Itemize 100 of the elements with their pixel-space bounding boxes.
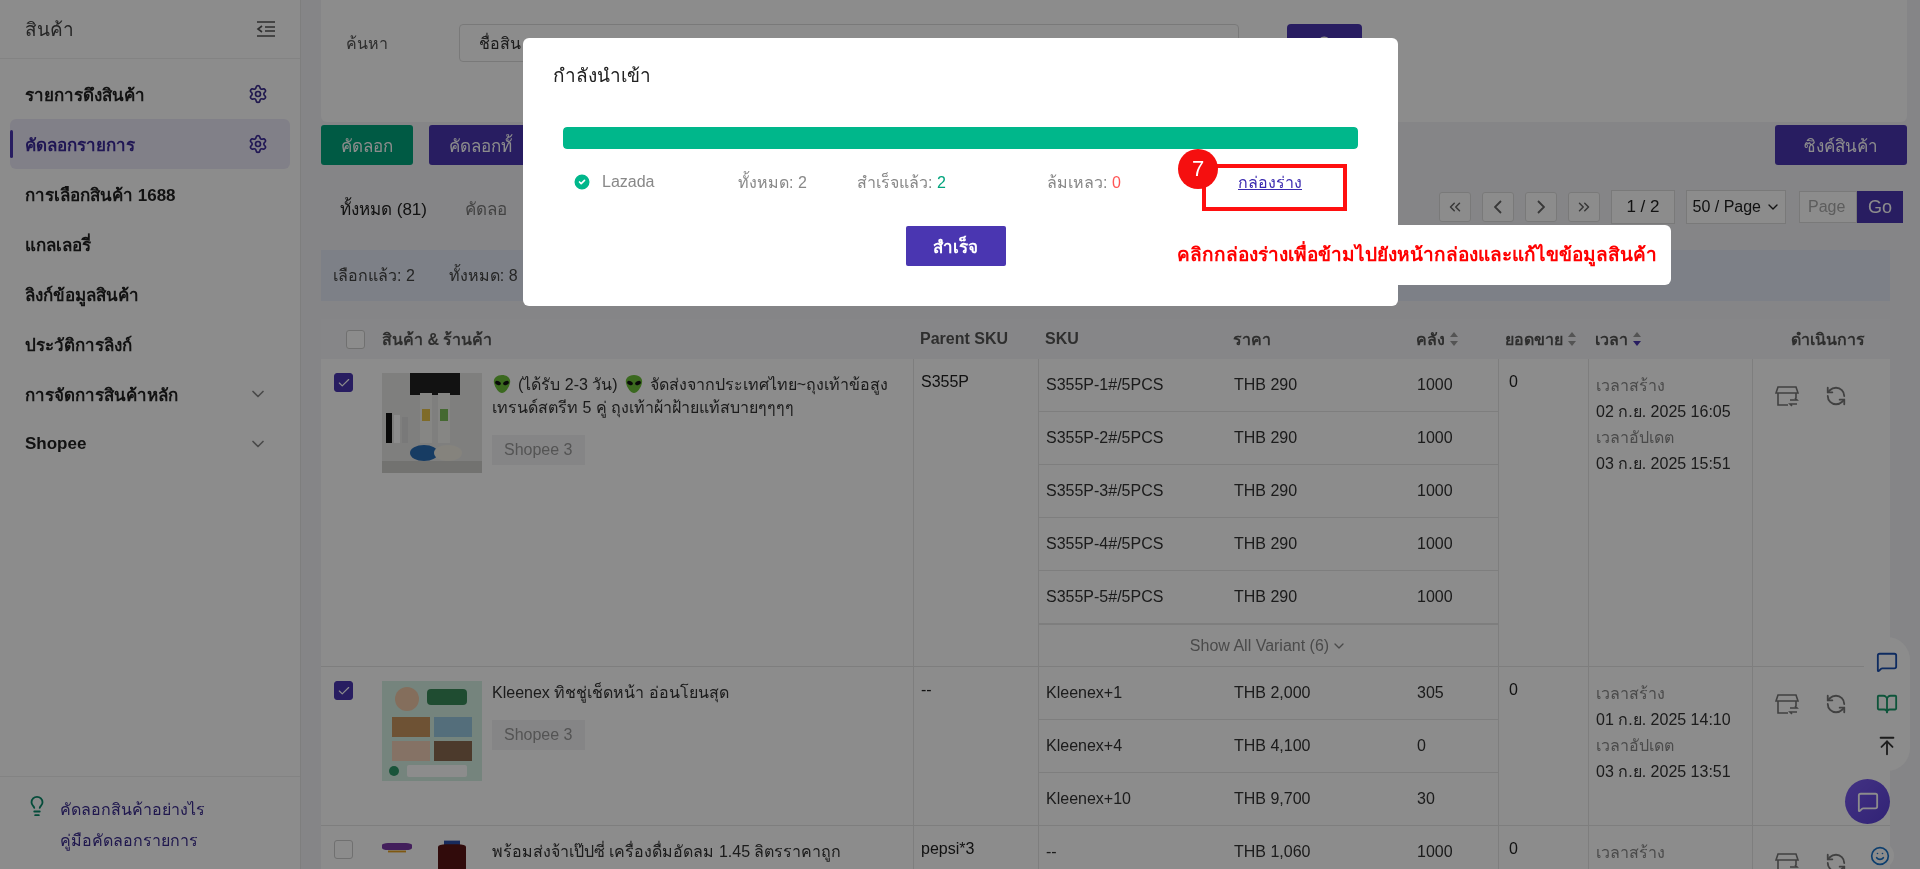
- column-header: สินค้า & ร้านค้า: [381, 329, 494, 350]
- sidebar-item[interactable]: Shopee: [10, 419, 290, 469]
- sidebar-item[interactable]: คัดลอกรายการ: [10, 119, 290, 169]
- row-checkbox[interactable]: [334, 681, 353, 700]
- product-title: (ได้รับ 2-3 วัน) จัดส่งจากประเทศไทย~ถุงเท้าข้อสูงเทรนด์สตรีท 5 คู่ ถุงเท้าผ้าฝ้ายแท้สบายๆๆๆๆ: [492, 374, 889, 419]
- time-value: 01 ก.ย. 2025 14:10: [1596, 710, 1731, 730]
- store-sync-icon[interactable]: [1775, 385, 1799, 407]
- copy-button[interactable]: คัดลอก: [321, 125, 413, 165]
- column-header[interactable]: คลัง: [1409, 326, 1498, 352]
- help-link[interactable]: คู่มือคัดลอกรายการ: [60, 828, 205, 853]
- last-page-button[interactable]: [1568, 192, 1601, 222]
- success-icon: [572, 172, 592, 192]
- price-cell-text: THB 2,000: [1233, 684, 1312, 702]
- column-header[interactable]: ยอดขาย: [1498, 326, 1588, 352]
- refresh-icon[interactable]: [1825, 852, 1847, 869]
- total-count: ทั้งหมด: 2: [738, 170, 808, 193]
- stock-cell-text: 1000: [1416, 535, 1454, 553]
- store-sync-icon[interactable]: [1775, 693, 1799, 715]
- stock-cell-text: 30: [1416, 790, 1436, 808]
- sidebar-item[interactable]: ประวัติการลิงก์: [10, 319, 290, 369]
- page-indicator: 1 / 2: [1611, 190, 1675, 224]
- chevron-right-icon: [1537, 200, 1546, 214]
- refresh-icon[interactable]: [1825, 385, 1847, 407]
- sku-cell-text: S355P-3#/5PCS: [1045, 482, 1165, 500]
- parent-sku: pepsi*3: [921, 840, 975, 857]
- price-cell-text: THB 9,700: [1233, 790, 1312, 808]
- column-header: ดำเนินการ: [1789, 329, 1866, 350]
- product-title: Kleenex ทิชชู่เช็ดหน้า อ่อนโยนสุด: [492, 681, 730, 704]
- sku-cell-text: S355P-4#/5PCS: [1045, 535, 1165, 553]
- sales-cell: 0: [1509, 373, 1518, 390]
- price-cell-text: THB 290: [1233, 429, 1299, 447]
- store-sync-icon[interactable]: [1775, 852, 1799, 869]
- chevron-left-icon: [1494, 200, 1503, 214]
- stock-cell-text: 1000: [1416, 588, 1454, 606]
- price-cell-text: THB 290: [1233, 376, 1299, 394]
- sort-icon[interactable]: [1449, 331, 1459, 347]
- column-header: ราคา: [1232, 329, 1272, 350]
- stock-cell-text: 305: [1416, 684, 1445, 702]
- go-button[interactable]: Go: [1857, 191, 1903, 223]
- sidebar-item[interactable]: แกลเลอรี่: [10, 219, 290, 269]
- stock-cell-text: 1000: [1416, 843, 1454, 861]
- message-icon[interactable]: [1876, 651, 1898, 673]
- draft-link[interactable]: กล่องร่าง: [1238, 169, 1302, 195]
- alien-icon: [492, 375, 512, 393]
- settings-icon[interactable]: [248, 84, 268, 104]
- dialog-title: กำลังนำเข้า: [553, 64, 652, 88]
- refresh-icon[interactable]: [1825, 693, 1847, 715]
- sidebar-item[interactable]: ลิงก์ข้อมูลสินค้า: [10, 269, 290, 319]
- select-all-checkbox[interactable]: [346, 329, 365, 349]
- help-link[interactable]: คัดลอกสินค้าอย่างไร: [60, 797, 205, 822]
- success-count: สำเร็จแล้ว: 2: [857, 171, 947, 193]
- filter-tab[interactable]: คัดลอ: [445, 194, 526, 224]
- search-label: ค้นหา: [346, 34, 389, 54]
- first-page-button[interactable]: [1439, 192, 1472, 222]
- sku-cell-text: Kleenex+10: [1045, 790, 1132, 808]
- previous-page-button[interactable]: [1482, 192, 1515, 222]
- sidebar-item[interactable]: การเลือกสินค้า 1688: [10, 169, 290, 219]
- sales-cell: 0: [1509, 840, 1518, 857]
- row-checkbox[interactable]: [334, 373, 353, 392]
- alien-icon: [623, 375, 644, 393]
- column-header: SKU: [1044, 330, 1080, 348]
- sales-cell: 0: [1509, 681, 1518, 698]
- sku-cell-text: S355P-2#/5PCS: [1045, 429, 1165, 447]
- sidebar-title: สินค้า: [25, 18, 74, 42]
- price-cell-text: THB 290: [1233, 588, 1299, 606]
- annotation-note: คลิกกล่องร่างเพื่อข้ามไปยังหน้ากล่องและแก้ไขข้อมูลสินค้า: [1177, 241, 1657, 269]
- sku-cell-text: S355P-1#/5PCS: [1045, 376, 1165, 394]
- sync-button[interactable]: ซิงค์สินค้า: [1775, 125, 1907, 165]
- price-cell-text: THB 1,060: [1233, 843, 1312, 861]
- price-cell-text: THB 4,100: [1233, 737, 1312, 755]
- time-label: เวลาอัปเดต: [1596, 428, 1674, 448]
- book-icon[interactable]: [1876, 693, 1898, 715]
- time-label: เวลาสร้าง: [1596, 684, 1665, 704]
- time-label: เวลาสร้าง: [1596, 376, 1665, 396]
- price-cell-text: THB 290: [1233, 482, 1299, 500]
- stock-cell-text: 1000: [1416, 482, 1454, 500]
- time-value: 03 ก.ย. 2025 13:51: [1596, 762, 1731, 782]
- filter-tab[interactable]: ทั้งหมด (81): [321, 194, 446, 224]
- sidebar-item[interactable]: การจัดการสินค้าหลัก: [10, 369, 290, 419]
- column-header[interactable]: เวลา: [1588, 326, 1752, 352]
- sku-cell-text: --: [1045, 843, 1058, 861]
- done-button[interactable]: สำเร็จ: [905, 226, 1006, 266]
- parent-sku: S355P: [921, 373, 970, 390]
- page-size-select[interactable]: 50 / Page: [1685, 190, 1786, 224]
- sku-cell-text: Kleenex+1: [1045, 684, 1124, 702]
- stock-cell-text: 1000: [1416, 376, 1454, 394]
- next-page-button[interactable]: [1525, 192, 1558, 222]
- stock-cell-text: 0: [1416, 737, 1427, 755]
- sort-icon[interactable]: [1632, 331, 1642, 347]
- show-all-variants-button[interactable]: Show All Variant (6): [1039, 624, 1498, 666]
- sort-icon[interactable]: [1567, 331, 1577, 347]
- sidebar-item[interactable]: รายการดึงสินค้า: [10, 69, 290, 119]
- collapse-menu-icon[interactable]: [256, 20, 276, 38]
- total-count: ทั้งหมด: 8: [448, 263, 518, 288]
- parent-sku: --: [921, 681, 932, 698]
- stock-cell-text: 1000: [1416, 429, 1454, 447]
- settings-icon[interactable]: [248, 134, 268, 154]
- chat-icon: [1856, 790, 1879, 813]
- failed-count: ล้มเหลว: 0: [1047, 172, 1122, 193]
- time-label: เวลาสร้าง: [1596, 843, 1665, 863]
